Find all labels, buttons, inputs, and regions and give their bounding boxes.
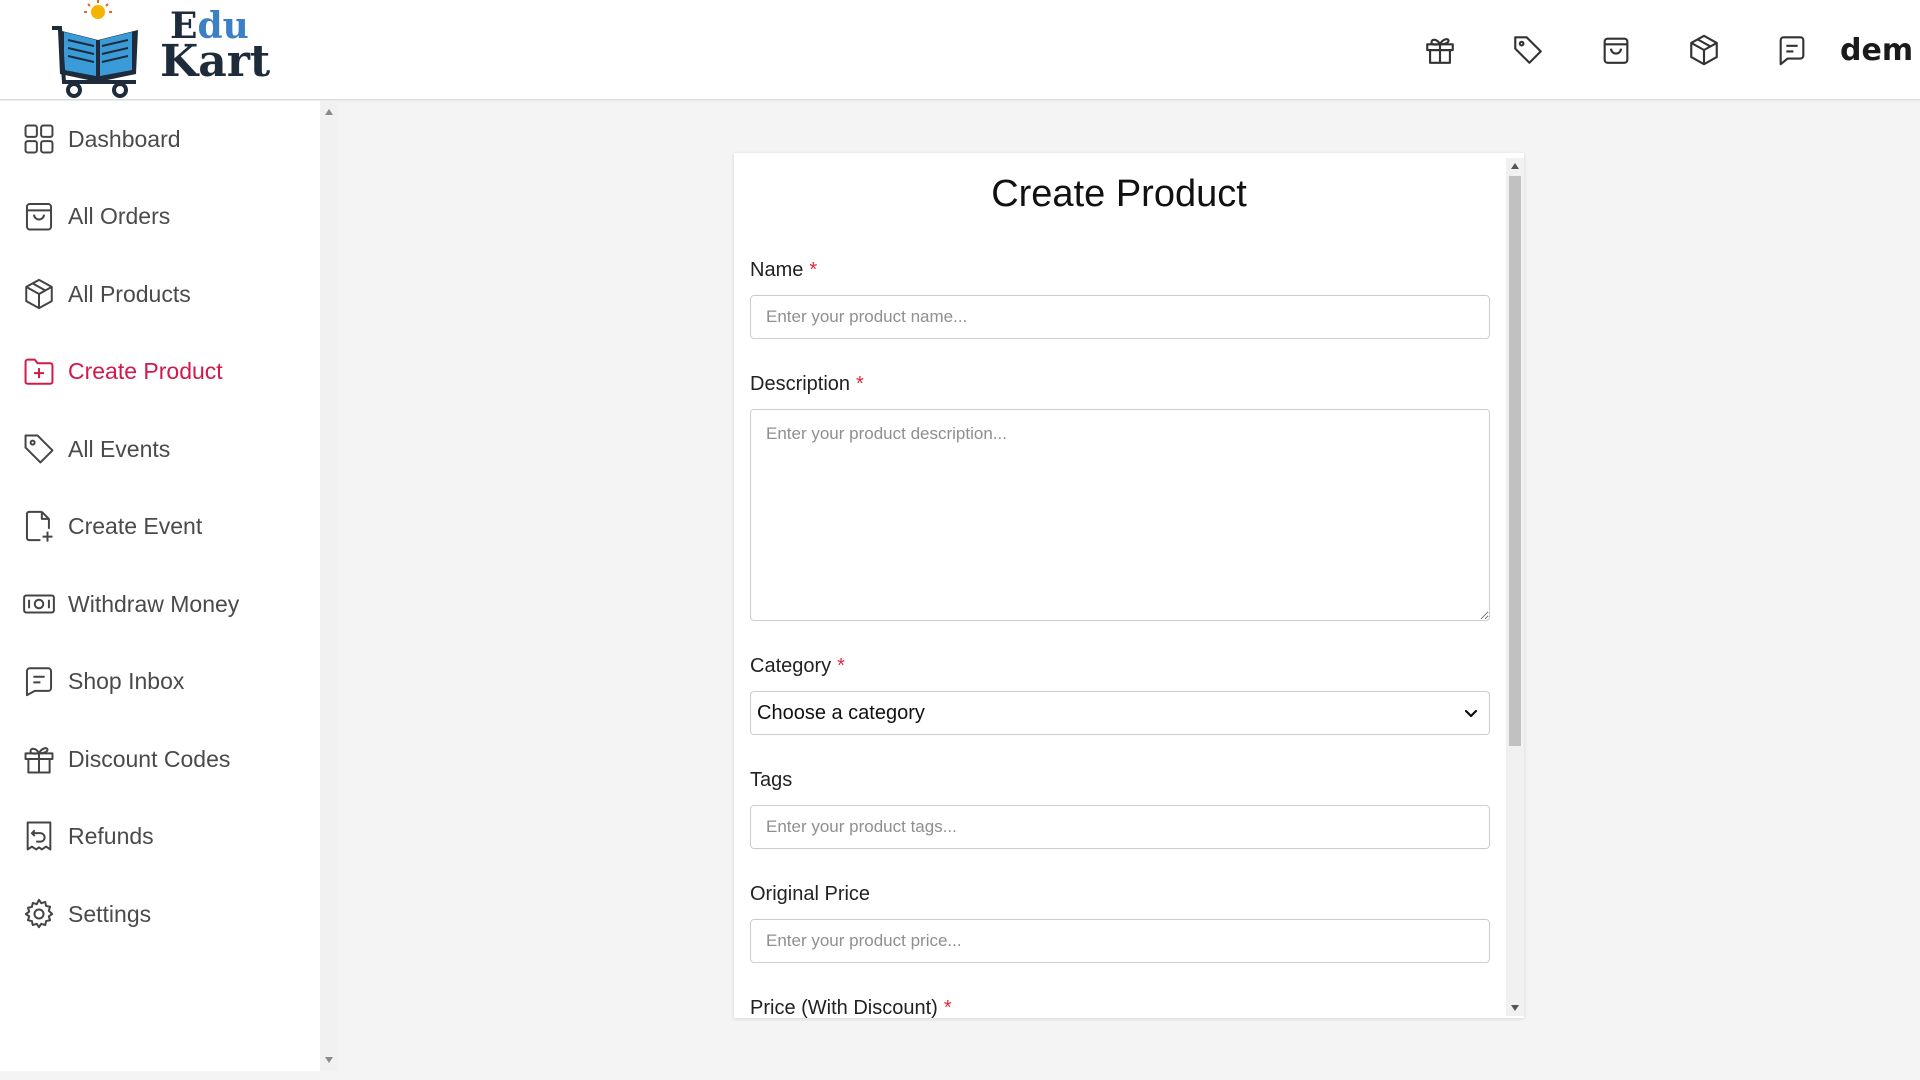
name-label: Name * (750, 259, 817, 282)
sidebar-item-label: All Products (68, 280, 191, 307)
money-icon (23, 594, 55, 614)
required-marker: * (809, 259, 818, 281)
grid-icon (24, 124, 54, 154)
shopping-bag-icon (25, 202, 53, 231)
create-product-form: Create Product Name* Description* Catego… (734, 153, 1524, 1018)
sidebar-item-shop-inbox[interactable]: Shop Inbox (0, 651, 320, 711)
logo-text-kart: Kart (160, 36, 271, 87)
sidebar-item-label: Dashboard (68, 125, 181, 152)
header-icons: dem (1396, 0, 1920, 100)
category-label-text: Category (750, 655, 832, 677)
gift-icon (24, 747, 54, 774)
scroll-up-arrow-icon[interactable] (325, 109, 333, 115)
shop-name[interactable]: dem (1840, 33, 1920, 68)
sidebar-item-discount-codes[interactable]: Discount Codes (0, 729, 320, 789)
sidebar-item-refunds[interactable]: Refunds (0, 806, 320, 866)
sidebar-item-withdraw-money[interactable]: Withdraw Money (0, 574, 320, 634)
box-icon (1690, 34, 1718, 66)
page-title: Create Product (991, 173, 1247, 215)
gear-icon (24, 898, 54, 929)
product-description-textarea[interactable] (750, 409, 1490, 621)
discount-price-label-text: Price (With Discount) (750, 997, 938, 1018)
refund-icon (26, 821, 52, 851)
box-icon (25, 278, 53, 310)
message-icon (1779, 36, 1805, 66)
scroll-down-arrow-icon[interactable] (325, 1057, 333, 1063)
sidebar-item-create-product[interactable]: Create Product (0, 341, 320, 401)
file-plus-icon (25, 510, 53, 542)
gift-icon (1426, 38, 1454, 64)
scroll-down-arrow-icon[interactable] (1511, 1005, 1519, 1011)
discount-price-label: Price (With Discount) * (750, 997, 952, 1018)
category-label: Category * (750, 655, 845, 678)
original-price-label: Original Price (750, 883, 871, 905)
sidebar-item-all-orders[interactable]: All Orders (0, 186, 320, 246)
category-select-value: Choose a category (757, 701, 925, 724)
required-marker: * (943, 997, 952, 1018)
sidebar-item-dashboard[interactable]: Dashboard (0, 109, 320, 169)
sidebar-item-settings[interactable]: Settings (0, 884, 320, 944)
header-products-link[interactable] (1660, 0, 1748, 100)
tags-label: Tags (750, 769, 793, 791)
name-label-text: Name (750, 259, 804, 281)
sidebar-item-all-events[interactable]: All Events (0, 419, 320, 479)
sidebar-item-label: Settings (68, 900, 152, 927)
required-marker: * (837, 655, 845, 677)
scroll-up-arrow-icon[interactable] (1511, 163, 1519, 169)
form-scrollbar[interactable] (1506, 158, 1524, 1016)
chevron-down-icon (1464, 709, 1478, 718)
product-tags-input[interactable] (750, 805, 1490, 849)
sidebar-item-label: All Orders (68, 202, 171, 229)
description-label: Description * (750, 373, 864, 396)
tag-icon (24, 434, 54, 464)
original-price-input[interactable] (750, 919, 1490, 963)
shopping-bag-icon (1603, 37, 1629, 64)
sidebar: Dashboard All Orders All Products Create… (0, 101, 320, 1071)
header-discount-link[interactable] (1396, 0, 1484, 100)
logo-book-cart-icon (52, 0, 138, 98)
message-icon (25, 667, 53, 697)
sidebar-scrollbar[interactable] (320, 101, 338, 1071)
product-name-input[interactable] (750, 295, 1490, 339)
header-orders-link[interactable] (1572, 0, 1660, 100)
sidebar-item-label: Withdraw Money (68, 590, 240, 617)
sidebar-item-label: All Events (68, 435, 171, 462)
sidebar-item-create-event[interactable]: Create Event (0, 496, 320, 556)
edukart-logo[interactable]: Edu Kart (50, 0, 270, 100)
folder-plus-icon (24, 358, 54, 385)
sidebar-item-label: Create Event (68, 512, 203, 539)
top-header: Edu Kart dem (0, 0, 1920, 100)
header-events-link[interactable] (1484, 0, 1572, 100)
logo-text: Edu Kart (160, 8, 271, 87)
description-label-text: Description (750, 373, 851, 395)
sidebar-item-label: Refunds (68, 822, 154, 849)
tag-icon (1514, 36, 1542, 64)
sidebar-item-label: Shop Inbox (68, 667, 185, 694)
sidebar-item-all-products[interactable]: All Products (0, 264, 320, 324)
sidebar-item-label: Discount Codes (68, 745, 231, 772)
form-scrollbar-thumb[interactable] (1509, 176, 1521, 746)
header-inbox-link[interactable] (1748, 0, 1836, 100)
required-marker: * (856, 373, 864, 395)
sidebar-item-label: Create Product (68, 357, 223, 384)
category-select[interactable]: Choose a category (750, 691, 1490, 735)
